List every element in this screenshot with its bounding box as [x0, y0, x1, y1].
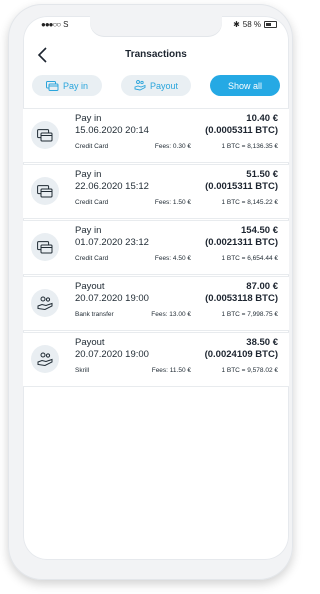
tab-label: Pay in [62, 80, 88, 91]
card-icon [31, 177, 59, 205]
transaction-date: 20.07.2020 19:00 [75, 293, 149, 304]
transaction-fees: Fees: 11.50 € [151, 367, 191, 374]
payment-method: Credit Card [75, 255, 109, 262]
hand-coins-icon [134, 80, 146, 91]
transaction-row[interactable]: Pay in 22.06.2020 15:12 Credit Card Fees… [23, 164, 289, 219]
phone-frame: ●●●○○ S ✱ 58 % Transactions Pay in Payou… [8, 4, 293, 580]
payment-method: Credit Card [75, 143, 109, 150]
exchange-rate: 1 BTC = 9,578.02 € [221, 367, 278, 374]
tab-pay-in[interactable]: Pay in [32, 75, 102, 96]
card-icon [31, 121, 59, 149]
transaction-type: Payout [75, 337, 105, 348]
transaction-row[interactable]: Pay in 01.07.2020 23:12 Credit Card Fees… [23, 220, 289, 275]
transaction-date: 15.06.2020 20:14 [75, 125, 149, 136]
transaction-type: Pay in [75, 225, 102, 236]
transaction-fees: Fees: 13.00 € [151, 311, 191, 318]
header: Transactions [23, 40, 289, 70]
transaction-amount: 87.00 € [246, 281, 278, 292]
page-title: Transactions [125, 49, 187, 60]
hand-coins-icon [31, 289, 59, 317]
card-icon [31, 233, 59, 261]
tab-show-all[interactable]: Show all [210, 75, 280, 96]
transaction-date: 01.07.2020 23:12 [75, 237, 149, 248]
battery-percent: 58 % [242, 20, 261, 29]
notch [90, 16, 222, 36]
carrier-label: S [63, 20, 69, 29]
status-bar-right: ✱ 58 % [233, 20, 277, 29]
tab-label: Payout [149, 80, 179, 91]
transaction-row[interactable]: Payout 20.07.2020 19:00 Skrill Fees: 11.… [23, 332, 289, 387]
transaction-type: Pay in [75, 169, 102, 180]
transaction-amount: 51.50 € [246, 169, 278, 180]
transaction-fees: Fees: 0.30 € [154, 143, 191, 150]
transaction-amount: 38.50 € [246, 337, 278, 348]
transaction-btc: (0.0015311 BTC) [205, 181, 278, 192]
transaction-row[interactable]: Payout 20.07.2020 19:00 Bank transfer Fe… [23, 276, 289, 331]
payment-method: Bank transfer [75, 311, 114, 318]
transaction-row[interactable]: Pay in 15.06.2020 20:14 Credit Card Fees… [23, 108, 289, 163]
transaction-fees: Fees: 1.50 € [154, 199, 191, 206]
tab-payout[interactable]: Payout [121, 75, 191, 96]
transaction-type: Pay in [75, 113, 102, 124]
filter-tabs: Pay in Payout Show all [32, 75, 280, 96]
transaction-amount: 154.50 € [241, 225, 278, 236]
battery-icon [264, 21, 277, 28]
transaction-date: 22.06.2020 15:12 [75, 181, 149, 192]
payment-method: Credit Card [75, 199, 109, 206]
transaction-btc: (0.0021311 BTC) [205, 237, 278, 248]
signal-icon: ●●●○○ [41, 20, 61, 29]
transaction-type: Payout [75, 281, 105, 292]
exchange-rate: 1 BTC = 6,654.44 € [221, 255, 278, 262]
transaction-fees: Fees: 4.50 € [154, 255, 191, 262]
exchange-rate: 1 BTC = 7,998.75 € [221, 311, 278, 318]
transaction-btc: (0.0053118 BTC) [205, 293, 278, 304]
app-screen: ●●●○○ S ✱ 58 % Transactions Pay in Payou… [23, 16, 289, 560]
transaction-list: Pay in 15.06.2020 20:14 Credit Card Fees… [23, 108, 289, 388]
bluetooth-icon: ✱ [233, 20, 240, 29]
exchange-rate: 1 BTC = 8,145.22 € [221, 199, 278, 206]
exchange-rate: 1 BTC = 8,136.35 € [221, 143, 278, 150]
transaction-date: 20.07.2020 19:00 [75, 349, 149, 360]
hand-coins-icon [31, 345, 59, 373]
transaction-btc: (0.0005311 BTC) [205, 125, 278, 136]
transaction-amount: 10.40 € [246, 113, 278, 124]
payment-method: Skrill [75, 367, 90, 374]
tab-label: Show all [227, 80, 263, 91]
transaction-btc: (0.0024109 BTC) [204, 349, 278, 360]
card-icon [45, 80, 59, 91]
status-bar-left: ●●●○○ S [41, 20, 69, 29]
